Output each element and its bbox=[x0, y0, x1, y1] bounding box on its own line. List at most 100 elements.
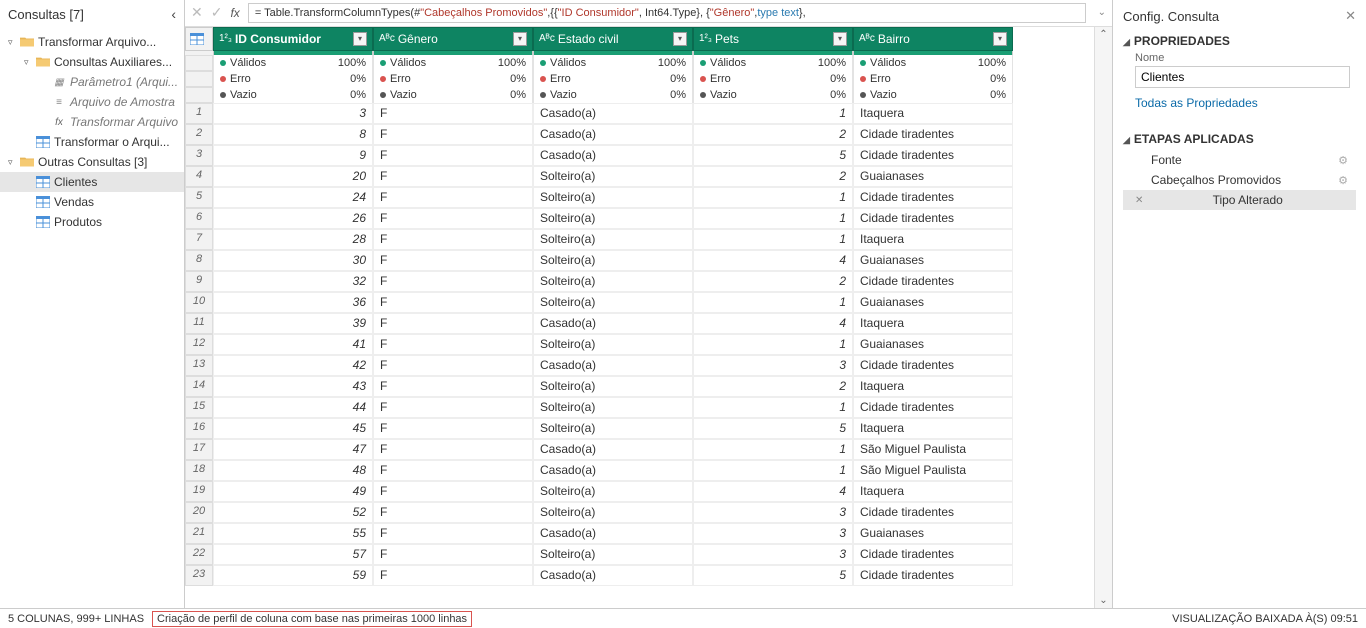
table-row[interactable]: 13FCasado(a)1Itaquera bbox=[185, 103, 1094, 124]
cell[interactable]: Itaquera bbox=[853, 313, 1013, 334]
cell[interactable]: Cidade tiradentes bbox=[853, 397, 1013, 418]
cell[interactable]: 45 bbox=[213, 418, 373, 439]
cell[interactable]: Cidade tiradentes bbox=[853, 208, 1013, 229]
cell[interactable]: 3 bbox=[693, 523, 853, 544]
cell[interactable]: 3 bbox=[693, 355, 853, 376]
column-header-estado-civil[interactable]: AᴮᴄEstado civil▾ bbox=[533, 27, 693, 51]
cancel-icon[interactable]: ✕ bbox=[191, 4, 203, 21]
cell[interactable]: 4 bbox=[693, 313, 853, 334]
row-number[interactable]: 10 bbox=[185, 292, 213, 313]
cell[interactable]: 1 bbox=[693, 439, 853, 460]
table-row[interactable]: 2359FCasado(a)5Cidade tiradentes bbox=[185, 565, 1094, 586]
cell[interactable]: 9 bbox=[213, 145, 373, 166]
table-row[interactable]: 1139FCasado(a)4Itaquera bbox=[185, 313, 1094, 334]
formula-input[interactable]: = Table.TransformColumnTypes(#"Cabeçalho… bbox=[248, 3, 1086, 23]
cell[interactable]: São Miguel Paulista bbox=[853, 439, 1013, 460]
cell[interactable]: 44 bbox=[213, 397, 373, 418]
cell[interactable]: Solteiro(a) bbox=[533, 250, 693, 271]
filter-icon[interactable]: ▾ bbox=[833, 32, 847, 46]
cell[interactable]: 57 bbox=[213, 544, 373, 565]
cell[interactable]: F bbox=[373, 481, 533, 502]
cell[interactable]: Itaquera bbox=[853, 376, 1013, 397]
profiling-info[interactable]: Criação de perfil de coluna com base nas… bbox=[152, 611, 472, 627]
table-row[interactable]: 2257FSolteiro(a)3Cidade tiradentes bbox=[185, 544, 1094, 565]
table-row[interactable]: 2155FCasado(a)3Guaianases bbox=[185, 523, 1094, 544]
table-icon[interactable] bbox=[185, 27, 213, 51]
cell[interactable]: Cidade tiradentes bbox=[853, 145, 1013, 166]
cell[interactable]: 30 bbox=[213, 250, 373, 271]
row-number[interactable]: 3 bbox=[185, 145, 213, 166]
cell[interactable]: Cidade tiradentes bbox=[853, 187, 1013, 208]
table-row[interactable]: 932FSolteiro(a)2Cidade tiradentes bbox=[185, 271, 1094, 292]
tree-item-1[interactable]: ▿Consultas Auxiliares... bbox=[0, 52, 184, 72]
cell[interactable]: 2 bbox=[693, 124, 853, 145]
cell[interactable]: F bbox=[373, 355, 533, 376]
cell[interactable]: Casado(a) bbox=[533, 103, 693, 124]
cell[interactable]: F bbox=[373, 334, 533, 355]
table-row[interactable]: 1949FSolteiro(a)4Itaquera bbox=[185, 481, 1094, 502]
cell[interactable]: 39 bbox=[213, 313, 373, 334]
table-row[interactable]: 1747FCasado(a)1São Miguel Paulista bbox=[185, 439, 1094, 460]
tree-item-6[interactable]: ▿Outras Consultas [3] bbox=[0, 152, 184, 172]
cell[interactable]: 59 bbox=[213, 565, 373, 586]
cell[interactable]: F bbox=[373, 271, 533, 292]
table-row[interactable]: 1645FSolteiro(a)5Itaquera bbox=[185, 418, 1094, 439]
cell[interactable]: Guaianases bbox=[853, 334, 1013, 355]
tree-item-9[interactable]: Produtos bbox=[0, 212, 184, 232]
filter-icon[interactable]: ▾ bbox=[673, 32, 687, 46]
tree-item-0[interactable]: ▿Transformar Arquivo... bbox=[0, 32, 184, 52]
row-number[interactable]: 21 bbox=[185, 523, 213, 544]
cell[interactable]: Solteiro(a) bbox=[533, 376, 693, 397]
cell[interactable]: Cidade tiradentes bbox=[853, 544, 1013, 565]
cell[interactable]: F bbox=[373, 124, 533, 145]
cell[interactable]: Solteiro(a) bbox=[533, 502, 693, 523]
cell[interactable]: F bbox=[373, 502, 533, 523]
cell[interactable]: 1 bbox=[693, 103, 853, 124]
cell[interactable]: Solteiro(a) bbox=[533, 418, 693, 439]
filter-icon[interactable]: ▾ bbox=[513, 32, 527, 46]
cell[interactable]: Solteiro(a) bbox=[533, 481, 693, 502]
filter-icon[interactable]: ▾ bbox=[353, 32, 367, 46]
table-row[interactable]: 1443FSolteiro(a)2Itaquera bbox=[185, 376, 1094, 397]
cell[interactable]: 2 bbox=[693, 271, 853, 292]
row-number[interactable]: 13 bbox=[185, 355, 213, 376]
cell[interactable]: São Miguel Paulista bbox=[853, 460, 1013, 481]
row-number[interactable]: 6 bbox=[185, 208, 213, 229]
row-number[interactable]: 7 bbox=[185, 229, 213, 250]
table-row[interactable]: 1544FSolteiro(a)1Cidade tiradentes bbox=[185, 397, 1094, 418]
cell[interactable]: Solteiro(a) bbox=[533, 334, 693, 355]
tree-item-8[interactable]: Vendas bbox=[0, 192, 184, 212]
cell[interactable]: 1 bbox=[693, 460, 853, 481]
cell[interactable]: 28 bbox=[213, 229, 373, 250]
cell[interactable]: 4 bbox=[693, 481, 853, 502]
cell[interactable]: Cidade tiradentes bbox=[853, 355, 1013, 376]
cell[interactable]: 5 bbox=[693, 145, 853, 166]
cell[interactable]: 8 bbox=[213, 124, 373, 145]
row-number[interactable]: 23 bbox=[185, 565, 213, 586]
fx-icon[interactable]: fx bbox=[230, 6, 239, 20]
collapse-icon[interactable]: ‹ bbox=[171, 6, 176, 22]
table-row[interactable]: 1342FCasado(a)3Cidade tiradentes bbox=[185, 355, 1094, 376]
row-number[interactable]: 9 bbox=[185, 271, 213, 292]
row-number[interactable]: 14 bbox=[185, 376, 213, 397]
cell[interactable]: 1 bbox=[693, 397, 853, 418]
gear-icon[interactable]: ⚙ bbox=[1338, 174, 1348, 187]
formula-expand-icon[interactable]: ⌄ bbox=[1098, 7, 1106, 18]
cell[interactable]: Casado(a) bbox=[533, 460, 693, 481]
row-number[interactable]: 19 bbox=[185, 481, 213, 502]
delete-step-icon[interactable]: ✕ bbox=[1135, 195, 1143, 206]
cell[interactable]: Casado(a) bbox=[533, 439, 693, 460]
column-header-bairro[interactable]: AᴮᴄBairro▾ bbox=[853, 27, 1013, 51]
table-row[interactable]: 626FSolteiro(a)1Cidade tiradentes bbox=[185, 208, 1094, 229]
cell[interactable]: Itaquera bbox=[853, 481, 1013, 502]
cell[interactable]: F bbox=[373, 166, 533, 187]
cell[interactable]: 41 bbox=[213, 334, 373, 355]
cell[interactable]: 5 bbox=[693, 565, 853, 586]
all-properties-link[interactable]: Todas as Propriedades bbox=[1135, 96, 1356, 110]
cell[interactable]: F bbox=[373, 103, 533, 124]
applied-step-0[interactable]: Fonte⚙ bbox=[1123, 150, 1356, 170]
table-row[interactable]: 1036FSolteiro(a)1Guaianases bbox=[185, 292, 1094, 313]
cell[interactable]: Cidade tiradentes bbox=[853, 124, 1013, 145]
cell[interactable]: 20 bbox=[213, 166, 373, 187]
cell[interactable]: 1 bbox=[693, 229, 853, 250]
